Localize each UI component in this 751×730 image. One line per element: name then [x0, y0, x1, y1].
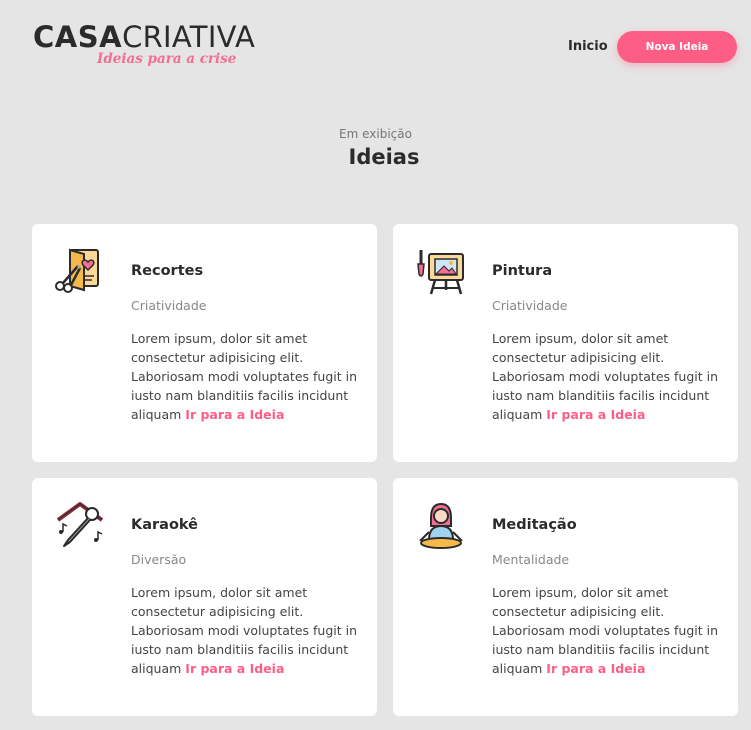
microphone-house-icon — [54, 500, 106, 552]
card-description: Lorem ipsum, dolor sit amet consectetur … — [131, 583, 361, 678]
meditation-person-icon — [415, 500, 467, 552]
idea-card: Meditação Mentalidade Lorem ipsum, dolor… — [393, 478, 738, 716]
card-category: Criatividade — [492, 298, 568, 313]
card-link[interactable]: Ir para a Ideia — [546, 407, 645, 422]
scissors-card-icon — [54, 246, 106, 298]
idea-card: Pintura Criatividade Lorem ipsum, dolor … — [393, 224, 738, 462]
page-title: Ideias — [348, 145, 420, 169]
new-idea-button[interactable]: Nova Ideia — [617, 31, 737, 63]
card-title: Pintura — [492, 263, 553, 279]
card-title: Karaokê — [131, 517, 199, 533]
card-link[interactable]: Ir para a Ideia — [185, 661, 284, 676]
section-subtitle: Em exibição — [339, 127, 412, 141]
logo-tagline: Ideias para a crise — [97, 51, 237, 67]
easel-painting-icon — [415, 246, 467, 298]
card-description: Lorem ipsum, dolor sit amet consectetur … — [492, 329, 722, 424]
card-link[interactable]: Ir para a Ideia — [546, 661, 645, 676]
nav-home-link[interactable]: Inicio — [568, 39, 608, 54]
card-title: Recortes — [131, 263, 204, 279]
card-category: Diversão — [131, 552, 187, 567]
logo-wordmark: CASACRIATIVA — [33, 20, 273, 54]
idea-card: Karaokê Diversão Lorem ipsum, dolor sit … — [32, 478, 377, 716]
card-title: Meditação — [492, 517, 577, 533]
card-link[interactable]: Ir para a Ideia — [185, 407, 284, 422]
card-description: Lorem ipsum, dolor sit amet consectetur … — [131, 329, 361, 424]
logo-bold: CASA — [33, 20, 123, 54]
card-description: Lorem ipsum, dolor sit amet consectetur … — [492, 583, 722, 678]
card-category: Mentalidade — [492, 552, 570, 567]
idea-card: Recortes Criatividade Lorem ipsum, dolor… — [32, 224, 377, 462]
logo[interactable]: CASACRIATIVA Ideias para a crise — [33, 20, 273, 72]
card-category: Criatividade — [131, 298, 207, 313]
logo-light: CRIATIVA — [122, 20, 256, 54]
